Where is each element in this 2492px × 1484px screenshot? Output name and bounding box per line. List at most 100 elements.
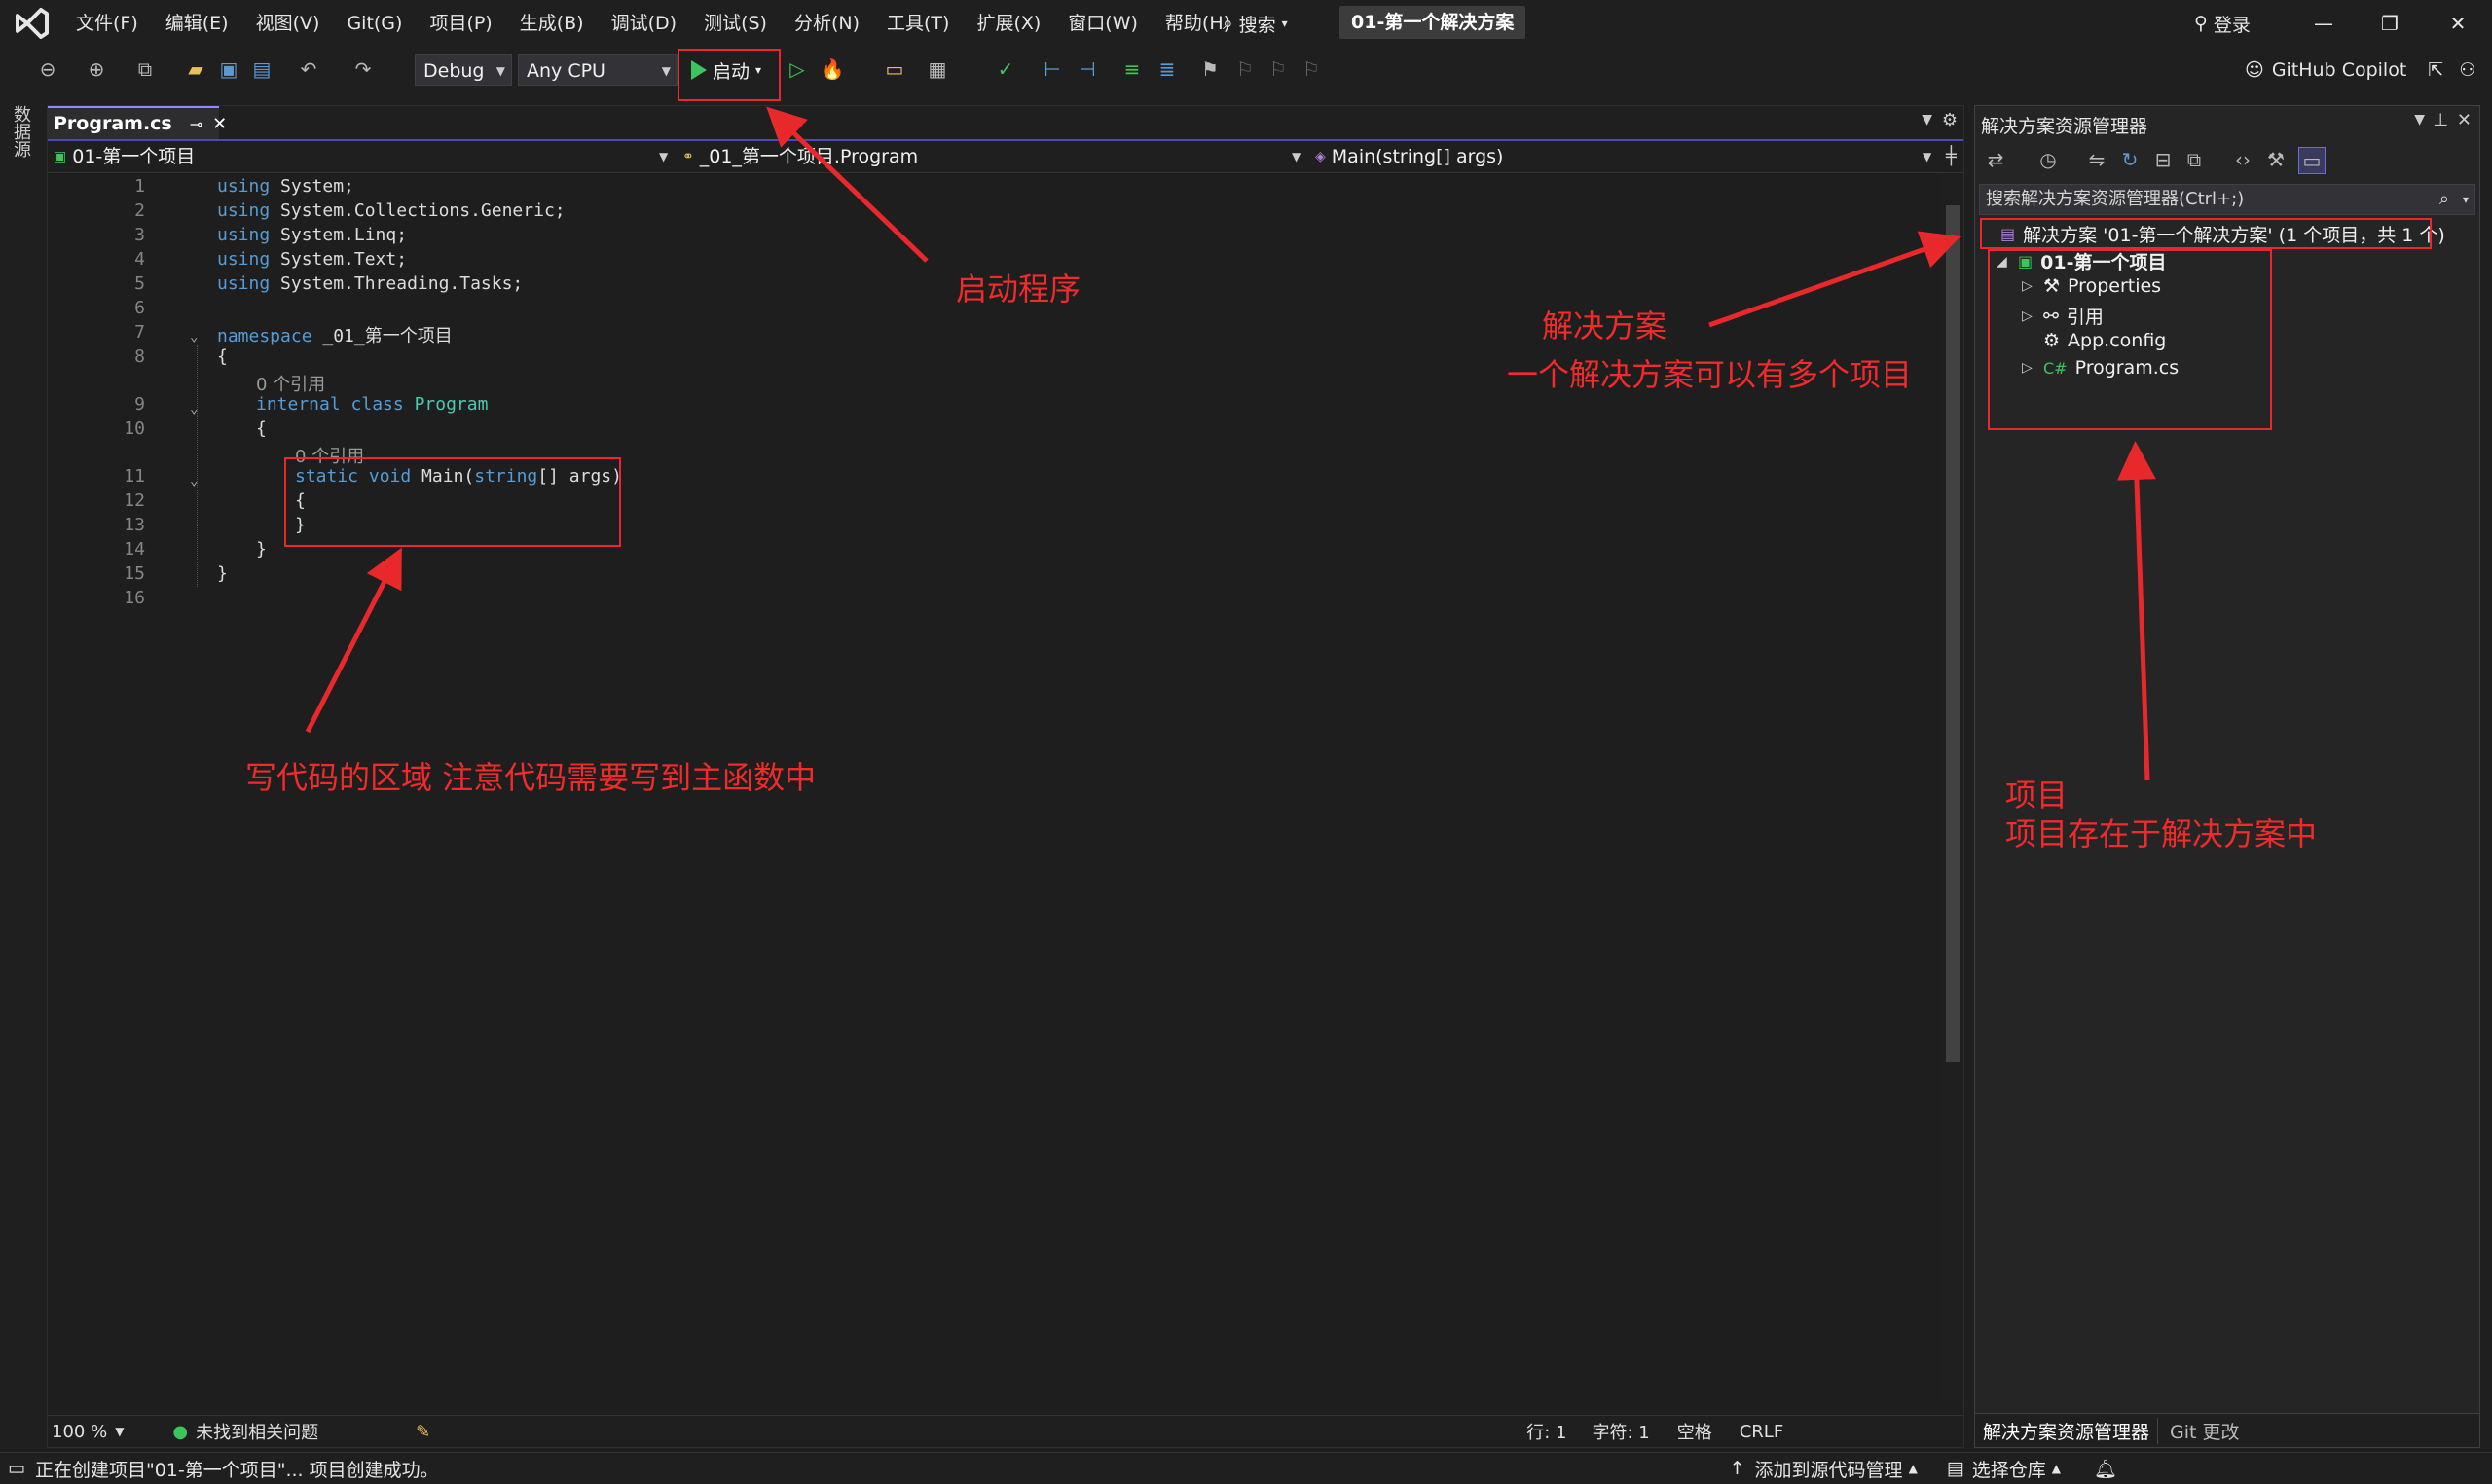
vertical-scrollbar[interactable] <box>1942 174 1963 1400</box>
menu-view[interactable]: 视图(V) <box>242 0 334 47</box>
outdent-icon[interactable]: ≣ <box>1154 56 1180 82</box>
visual-studio-logo-icon[interactable] <box>14 6 51 41</box>
menu-test[interactable]: 测试(S) <box>690 0 781 47</box>
login-button[interactable]: ⚲ 登录 <box>2194 8 2251 39</box>
chevron-down-icon: ▼ <box>661 64 671 78</box>
save-all-icon[interactable]: ▤ <box>249 56 275 82</box>
close-icon[interactable]: ✕ <box>2457 110 2472 130</box>
clear-bookmarks-icon[interactable]: ⚐ <box>1299 56 1324 82</box>
keyword: using <box>217 249 271 270</box>
method-icon: ◈ <box>1315 149 1326 164</box>
class-nav-dropdown[interactable]: ⚭ _01_第一个项目.Program <box>682 143 918 170</box>
tab-solution-explorer[interactable]: 解决方案资源管理器 <box>1975 1418 2157 1444</box>
save-icon[interactable]: ▣ <box>216 56 241 82</box>
close-icon[interactable]: ✕ <box>212 114 227 134</box>
menu-analyze[interactable]: 分析(N) <box>781 0 873 47</box>
wrench-icon[interactable]: ⚒ <box>2263 147 2289 172</box>
new-item-icon[interactable]: ⧉ <box>132 56 158 82</box>
platform-dropdown[interactable]: Any CPU ▼ <box>518 54 678 86</box>
navigate-back-icon[interactable]: ⊖ <box>35 56 60 82</box>
tab-program-cs[interactable]: Program.cs ⊸ ✕ <box>48 106 227 139</box>
keyword: using <box>217 273 271 294</box>
uncomment-icon[interactable]: ⊣ <box>1075 56 1100 82</box>
menu-debug[interactable]: 调试(D) <box>598 0 690 47</box>
search-placeholder: 搜索解决方案资源管理器(Ctrl+;) <box>1986 189 2245 209</box>
collapse-all-icon[interactable]: ⊟ <box>2150 147 2176 172</box>
menu-tools[interactable]: 工具(T) <box>873 0 963 47</box>
feedback-icon[interactable]: ⚇ <box>2459 59 2475 81</box>
browser-icon[interactable]: ▦ <box>925 56 950 82</box>
comment-icon[interactable]: ⊢ <box>1040 56 1065 82</box>
open-folder-icon[interactable]: ▰ <box>183 56 208 82</box>
brush-icon[interactable]: ✎ <box>416 1422 430 1442</box>
menu-extensions[interactable]: 扩展(X) <box>963 0 1054 47</box>
search-button[interactable]: ⌕ 搜索 ▾ <box>1223 8 1288 39</box>
code-text: } <box>256 539 267 560</box>
navigate-forward-icon[interactable]: ⊕ <box>84 56 109 82</box>
sync-icon[interactable]: ⇋ <box>2084 147 2109 172</box>
preview-icon[interactable]: ▭ <box>2298 147 2326 174</box>
fold-toggle-icon[interactable]: ⌄ <box>190 330 203 344</box>
issues-label[interactable]: 未找到相关问题 <box>196 1419 318 1444</box>
menu-project[interactable]: 项目(P) <box>416 0 505 47</box>
annotation-solution-desc: 一个解决方案可以有多个项目 <box>1507 356 1913 393</box>
chevron-down-icon: ▼ <box>1923 150 1932 163</box>
line-number: 3 <box>134 225 145 245</box>
char-indicator[interactable]: 字符: 1 <box>1592 1419 1649 1444</box>
project-nav-dropdown[interactable]: ▣ 01-第一个项目 <box>54 143 195 170</box>
whitespace-indicator[interactable]: 空格 <box>1677 1419 1712 1444</box>
tab-list-dropdown-icon[interactable]: ▼ <box>1922 112 1932 127</box>
history-icon[interactable]: ◷ <box>2035 147 2061 172</box>
start-without-debugging-icon[interactable]: ▷ <box>785 56 810 82</box>
chevron-down-icon: ▼ <box>659 150 669 163</box>
select-repository-button[interactable]: 选择仓库 <box>1972 1456 2046 1482</box>
add-to-source-control-button[interactable]: 添加到源代码管理 <box>1755 1456 1903 1482</box>
scrollbar-thumb[interactable] <box>1946 205 1960 1062</box>
zoom-dropdown[interactable]: 100 % <box>52 1422 107 1442</box>
menu-build[interactable]: 生成(B) <box>506 0 598 47</box>
line-indicator[interactable]: 行: 1 <box>1526 1419 1566 1444</box>
view-code-icon[interactable]: ‹› <box>2230 147 2255 172</box>
menu-edit[interactable]: 编辑(E) <box>152 0 242 47</box>
eol-indicator[interactable]: CRLF <box>1740 1422 1783 1442</box>
github-copilot-button[interactable]: ☺ GitHub Copilot ⇱ ⚇ <box>2245 54 2475 86</box>
datasource-tab[interactable]: 数据源 <box>8 105 33 158</box>
tab-git-changes[interactable]: Git 更改 <box>2157 1417 2252 1444</box>
solution-search-input[interactable]: 搜索解决方案资源管理器(Ctrl+;) ⌕ ▾ <box>1979 184 2475 215</box>
share-icon[interactable]: ⇱ <box>2428 59 2443 81</box>
code-text: } <box>217 563 228 584</box>
menu-git[interactable]: Git(G) <box>333 0 416 47</box>
annotation-start: 启动程序 <box>956 271 1081 308</box>
prev-bookmark-icon[interactable]: ⚐ <box>1232 56 1258 82</box>
codelens-references[interactable]: 0 个引用 <box>256 371 325 396</box>
split-icon[interactable]: ╪ <box>1946 143 1957 170</box>
next-bookmark-icon[interactable]: ⚐ <box>1265 56 1291 82</box>
pin-icon[interactable]: ⊥ <box>2433 110 2448 130</box>
keyword: using <box>217 225 271 245</box>
output-icon[interactable]: ▭ <box>8 1458 25 1479</box>
window-options-icon[interactable]: ▼ <box>2414 112 2425 127</box>
redo-icon[interactable]: ↷ <box>350 56 376 82</box>
notification-bell-icon[interactable]: 🔔︎ <box>2094 1458 2117 1480</box>
menu-file[interactable]: 文件(F) <box>62 0 152 47</box>
spell-check-icon[interactable]: ✓ <box>993 56 1018 82</box>
restore-button[interactable]: ❐ <box>2365 8 2414 39</box>
switch-views-icon[interactable]: ⇄ <box>1983 147 2008 172</box>
pin-icon[interactable]: ⊸ <box>190 115 202 133</box>
code-text: System.Collections.Generic; <box>270 200 566 221</box>
gear-icon[interactable]: ⚙ <box>1942 110 1958 130</box>
minimize-button[interactable]: — <box>2299 8 2348 39</box>
search-label: 搜索 <box>1238 14 1276 36</box>
code-text: { <box>217 346 228 367</box>
show-all-files-icon[interactable]: ⧉ <box>2181 147 2207 172</box>
member-nav-dropdown[interactable]: ◈ Main(string[] args) <box>1315 143 1503 170</box>
bookmark-icon[interactable]: ⚑ <box>1197 56 1223 82</box>
undo-icon[interactable]: ↶ <box>296 56 321 82</box>
solution-folder-icon[interactable]: ▭ <box>882 56 907 82</box>
close-window-button[interactable]: ✕ <box>2434 8 2482 39</box>
indent-icon[interactable]: ≡ <box>1119 56 1145 82</box>
hot-reload-icon[interactable]: 🔥 <box>820 56 845 82</box>
refresh-icon[interactable]: ↻ <box>2117 147 2143 172</box>
menu-window[interactable]: 窗口(W) <box>1054 0 1152 47</box>
config-dropdown[interactable]: Debug ▼ <box>415 54 512 86</box>
